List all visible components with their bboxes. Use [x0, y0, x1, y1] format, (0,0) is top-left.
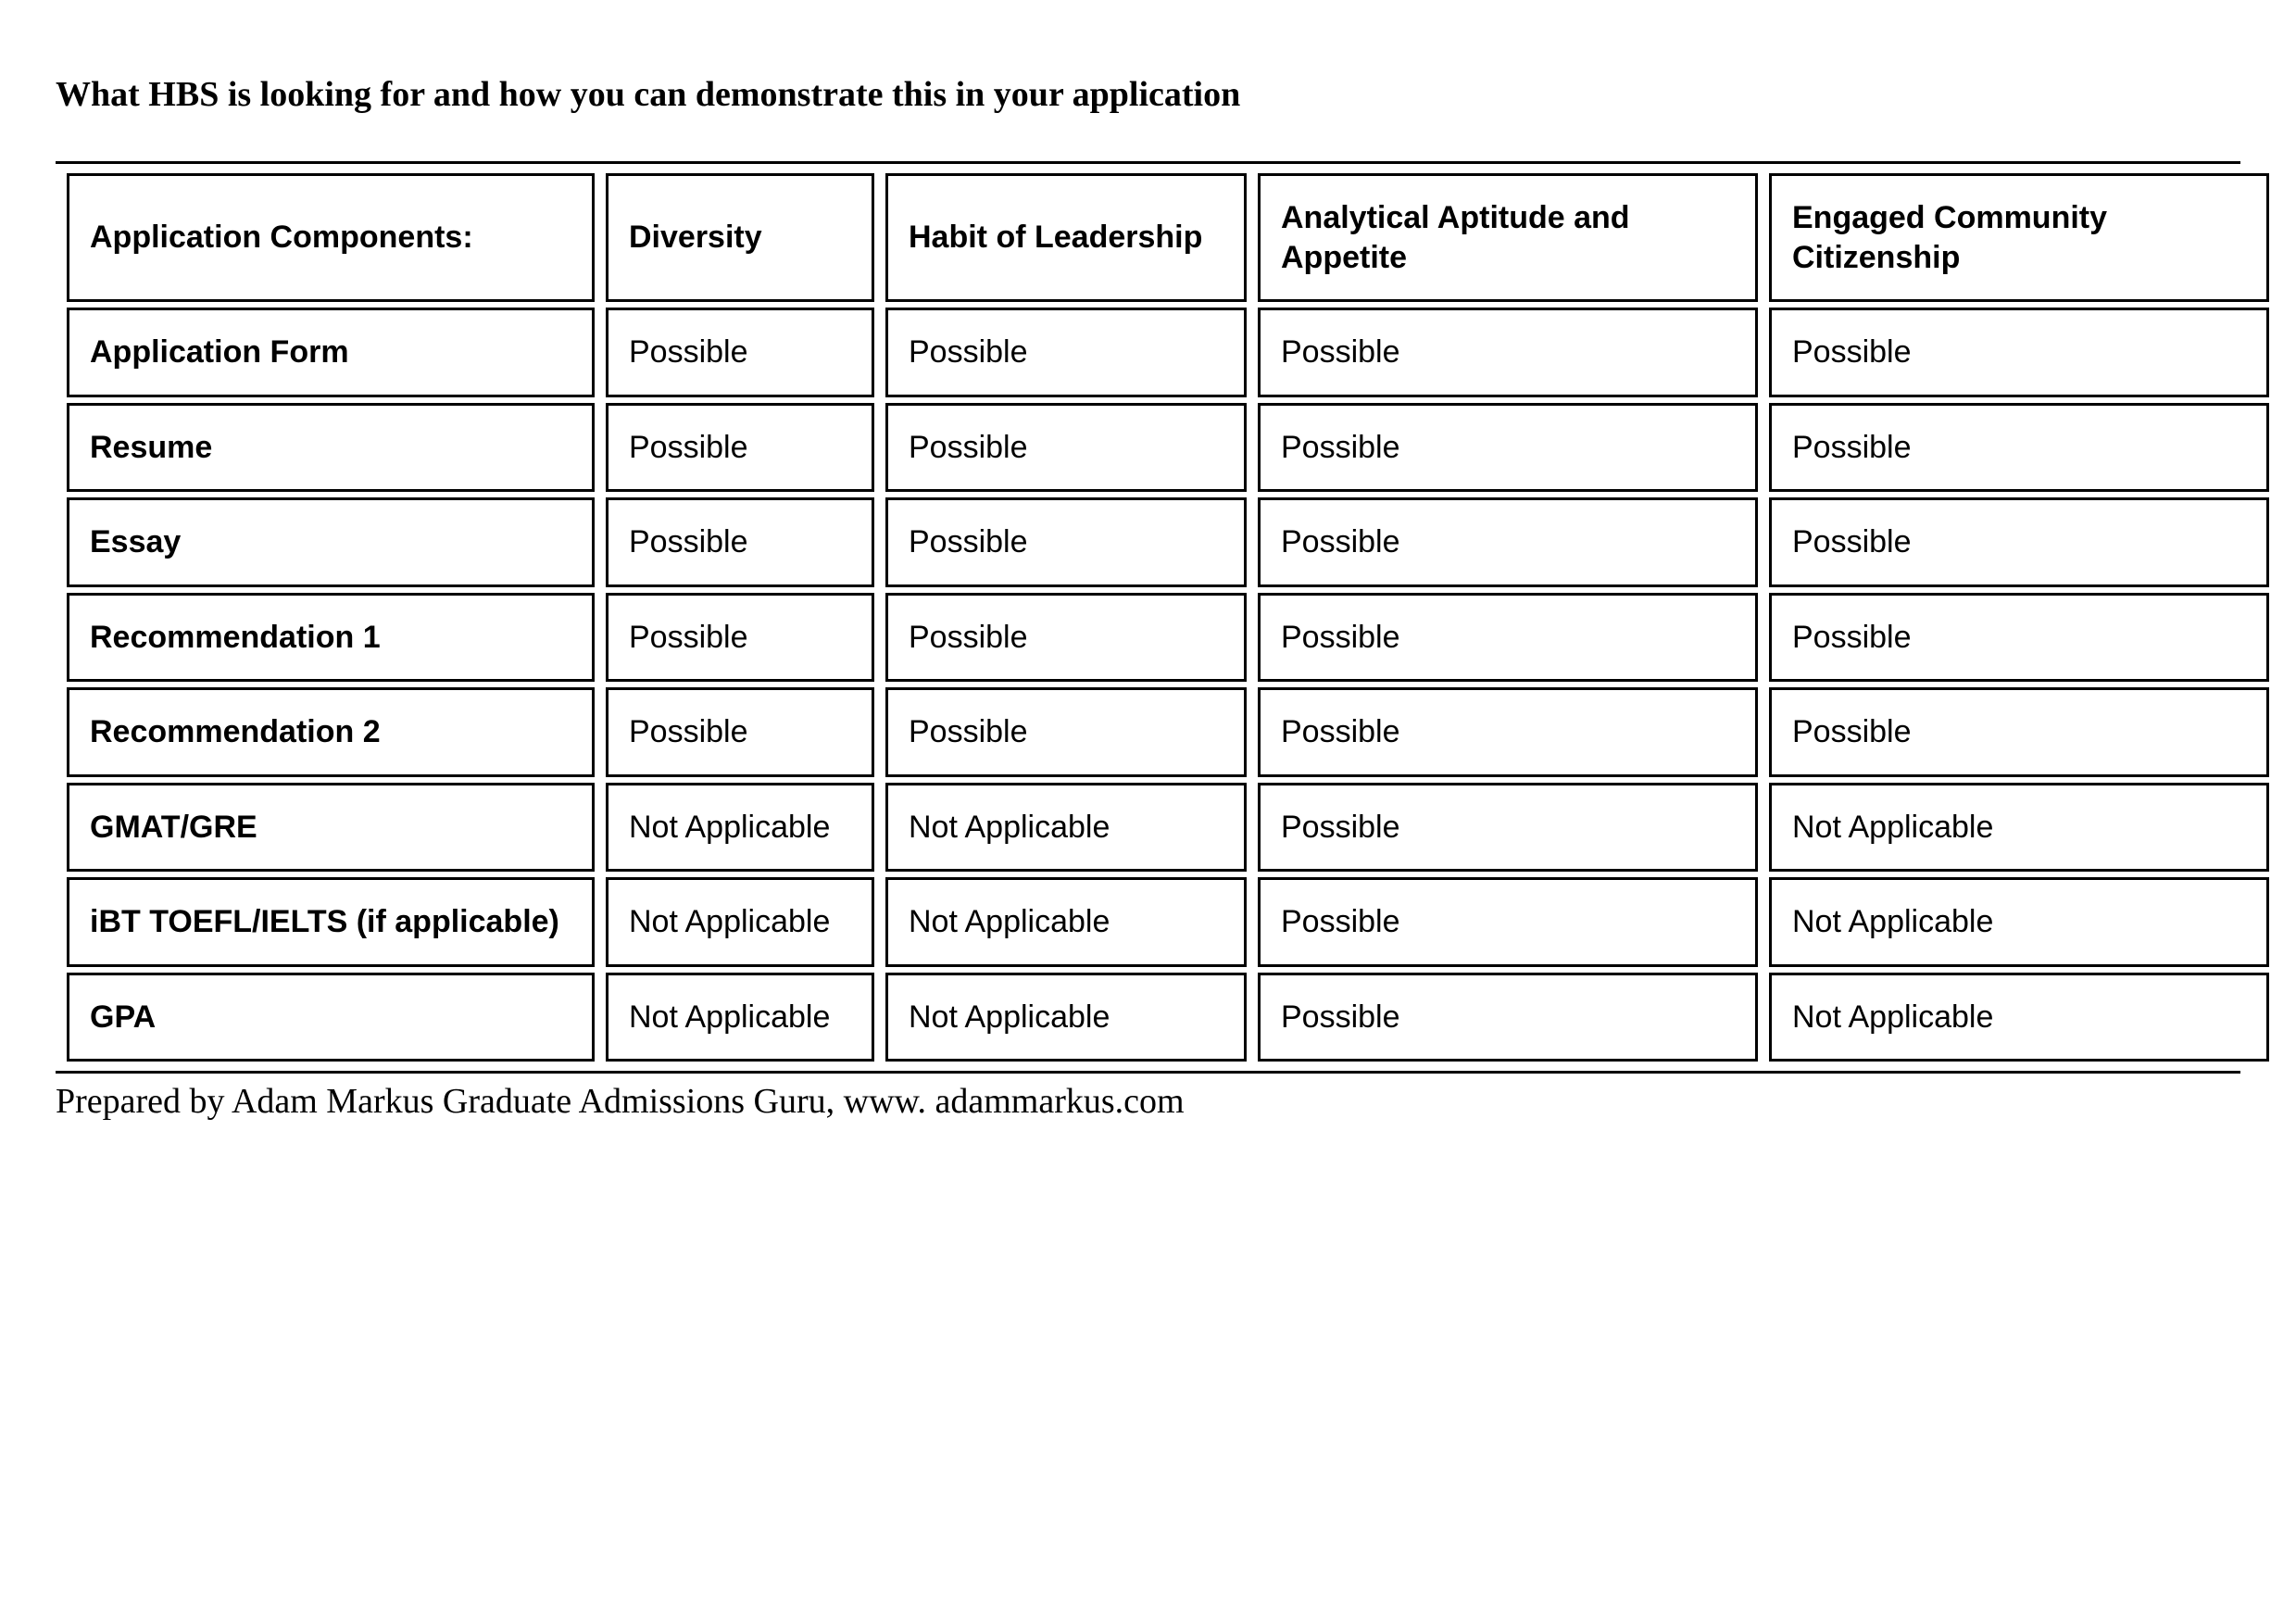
row-label: Resume	[67, 403, 595, 493]
row-label: GPA	[67, 973, 595, 1062]
cell: Possible	[885, 308, 1247, 397]
cell: Possible	[885, 403, 1247, 493]
col-header-diversity: Diversity	[606, 173, 874, 302]
cell: Possible	[1258, 497, 1758, 587]
table-row: Essay Possible Possible Possible Possibl…	[67, 497, 2269, 587]
row-label: Application Form	[67, 308, 595, 397]
cell: Not Applicable	[1769, 973, 2269, 1062]
cell: Possible	[606, 403, 874, 493]
cell: Not Applicable	[885, 783, 1247, 873]
footer-credit: Prepared by Adam Markus Graduate Admissi…	[56, 1081, 2240, 1122]
table-row: Recommendation 1 Possible Possible Possi…	[67, 593, 2269, 683]
cell: Not Applicable	[885, 877, 1247, 967]
cell: Not Applicable	[1769, 783, 2269, 873]
row-label: GMAT/GRE	[67, 783, 595, 873]
cell: Possible	[1258, 973, 1758, 1062]
cell: Possible	[885, 497, 1247, 587]
cell: Possible	[1258, 593, 1758, 683]
page-title: What HBS is looking for and how you can …	[56, 74, 2240, 115]
table-header-row: Application Components: Diversity Habit …	[67, 173, 2269, 302]
row-label: iBT TOEFL/IELTS (if applicable)	[67, 877, 595, 967]
cell: Possible	[1769, 403, 2269, 493]
cell: Possible	[885, 687, 1247, 777]
cell: Possible	[1258, 687, 1758, 777]
cell: Not Applicable	[606, 877, 874, 967]
row-label: Recommendation 1	[67, 593, 595, 683]
table-row: Recommendation 2 Possible Possible Possi…	[67, 687, 2269, 777]
cell: Possible	[606, 497, 874, 587]
table-row: GPA Not Applicable Not Applicable Possib…	[67, 973, 2269, 1062]
cell: Possible	[1258, 403, 1758, 493]
cell: Possible	[1769, 593, 2269, 683]
col-header-leadership: Habit of Leadership	[885, 173, 1247, 302]
row-label: Essay	[67, 497, 595, 587]
cell: Not Applicable	[606, 973, 874, 1062]
col-header-analytical: Analytical Aptitude and Appetite	[1258, 173, 1758, 302]
cell: Possible	[606, 593, 874, 683]
cell: Possible	[1258, 783, 1758, 873]
cell: Possible	[606, 687, 874, 777]
table-row: GMAT/GRE Not Applicable Not Applicable P…	[67, 783, 2269, 873]
cell: Possible	[1769, 687, 2269, 777]
table-row: Application Form Possible Possible Possi…	[67, 308, 2269, 397]
cell: Possible	[1769, 497, 2269, 587]
col-header-components: Application Components:	[67, 173, 595, 302]
cell: Possible	[606, 308, 874, 397]
cell: Possible	[1258, 308, 1758, 397]
table-row: Resume Possible Possible Possible Possib…	[67, 403, 2269, 493]
cell: Not Applicable	[1769, 877, 2269, 967]
cell: Possible	[885, 593, 1247, 683]
col-header-citizenship: Engaged Community Citizenship	[1769, 173, 2269, 302]
criteria-table: Application Components: Diversity Habit …	[56, 168, 2280, 1067]
table-row: iBT TOEFL/IELTS (if applicable) Not Appl…	[67, 877, 2269, 967]
cell: Possible	[1258, 877, 1758, 967]
cell: Possible	[1769, 308, 2269, 397]
cell: Not Applicable	[606, 783, 874, 873]
criteria-table-container: Application Components: Diversity Habit …	[56, 161, 2240, 1074]
row-label: Recommendation 2	[67, 687, 595, 777]
cell: Not Applicable	[885, 973, 1247, 1062]
